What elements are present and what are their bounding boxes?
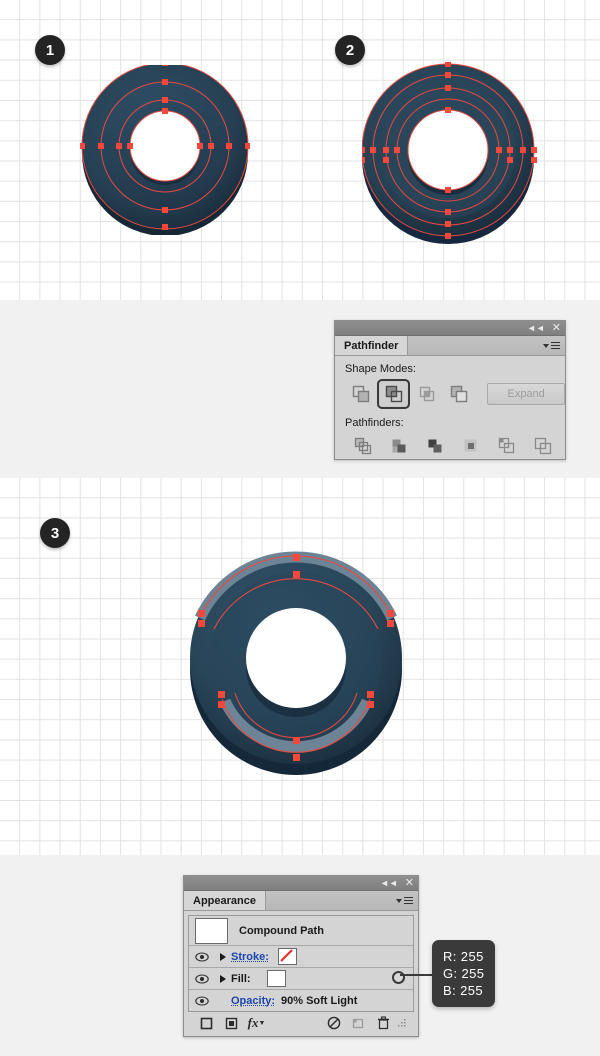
expand-button[interactable]: Expand bbox=[487, 383, 566, 405]
tab-appearance-label: Appearance bbox=[193, 894, 256, 907]
visibility-eye-icon[interactable] bbox=[189, 973, 215, 984]
close-icon[interactable]: ✕ bbox=[405, 877, 414, 888]
artboard-top: 1 2 bbox=[0, 0, 600, 300]
pathfinder-tabrow: Pathfinder bbox=[335, 336, 565, 356]
rgb-g-value: G: 255 bbox=[443, 966, 485, 981]
appearance-row-fill[interactable]: Fill: bbox=[189, 968, 413, 990]
resize-grip-icon[interactable] bbox=[396, 1018, 408, 1028]
pathfinder-body: Shape Modes: Expand Pathfinders: bbox=[335, 356, 566, 459]
fill-swatch-white[interactable] bbox=[266, 970, 286, 987]
delete-item-icon[interactable] bbox=[371, 1016, 396, 1030]
visibility-eye-icon[interactable] bbox=[189, 951, 215, 962]
trim-icon[interactable] bbox=[381, 433, 417, 459]
pathfinder-panel[interactable]: ◄◄ ✕ Pathfinder Shape Modes: Expand Path… bbox=[334, 320, 566, 460]
donut-shape-3[interactable] bbox=[178, 551, 418, 781]
appearance-row-opacity[interactable]: Opacity: 90% Soft Light bbox=[189, 990, 413, 1011]
minus-front-icon[interactable] bbox=[377, 379, 411, 409]
crop-icon[interactable] bbox=[453, 433, 489, 459]
collapse-icon[interactable]: ◄◄ bbox=[380, 878, 398, 888]
object-thumbnail bbox=[195, 917, 228, 944]
tab-pathfinder-label: Pathfinder bbox=[344, 339, 399, 352]
donut-shape-2[interactable] bbox=[362, 62, 540, 248]
step-badge-1-label: 1 bbox=[45, 41, 55, 59]
object-title: Compound Path bbox=[239, 924, 324, 937]
tab-pathfinder[interactable]: Pathfinder bbox=[335, 336, 409, 355]
tabrow-spacer bbox=[266, 891, 418, 910]
step-badge-3: 3 bbox=[40, 518, 70, 548]
close-icon[interactable]: ✕ bbox=[552, 322, 561, 333]
pathfinders-row bbox=[335, 433, 565, 459]
fill-label: Fill: bbox=[231, 972, 251, 985]
divide-icon[interactable] bbox=[345, 433, 381, 459]
clear-appearance-icon[interactable] bbox=[321, 1016, 346, 1030]
callout-anchor-dot bbox=[392, 971, 405, 984]
donut-shape-1[interactable] bbox=[80, 65, 250, 235]
panel-menu-icon[interactable] bbox=[396, 896, 413, 905]
rgb-callout: R: 255 G: 255 B: 255 bbox=[432, 940, 496, 1007]
opacity-value: 90% Soft Light bbox=[281, 994, 358, 1007]
stroke-label[interactable]: Stroke: bbox=[231, 951, 269, 963]
rgb-r-value: R: 255 bbox=[443, 949, 484, 964]
step-badge-2-label: 2 bbox=[345, 41, 355, 59]
tabrow-spacer bbox=[408, 336, 565, 355]
step-badge-2: 2 bbox=[335, 35, 365, 65]
add-new-stroke-icon[interactable] bbox=[194, 1017, 219, 1030]
step-badge-3-label: 3 bbox=[50, 524, 60, 542]
appearance-row-stroke[interactable]: Stroke: bbox=[189, 946, 413, 968]
step-badge-1: 1 bbox=[35, 35, 65, 65]
disclosure-triangle-icon[interactable] bbox=[215, 974, 231, 983]
exclude-icon[interactable] bbox=[443, 381, 475, 407]
unite-icon[interactable] bbox=[345, 381, 377, 407]
add-new-fill-icon[interactable] bbox=[219, 1017, 244, 1030]
add-new-effect-icon[interactable]: fx ▼ bbox=[244, 1015, 269, 1031]
collapse-icon[interactable]: ◄◄ bbox=[527, 323, 545, 333]
callout-leader-line bbox=[400, 974, 433, 976]
tab-appearance[interactable]: Appearance bbox=[184, 891, 266, 910]
duplicate-item-icon[interactable] bbox=[346, 1017, 371, 1030]
appearance-titlebar: ◄◄ ✕ bbox=[184, 876, 418, 891]
shape-modes-label: Shape Modes: bbox=[345, 363, 416, 375]
shape-modes-row: Expand bbox=[335, 379, 566, 409]
stroke-swatch-none[interactable] bbox=[277, 948, 297, 965]
appearance-object-row[interactable]: Compound Path bbox=[189, 916, 413, 946]
artboard-bottom: 3 bbox=[0, 478, 600, 855]
minus-back-icon[interactable] bbox=[525, 433, 561, 459]
visibility-eye-icon[interactable] bbox=[189, 995, 215, 1006]
outline-icon[interactable] bbox=[489, 433, 525, 459]
intersect-icon[interactable] bbox=[410, 381, 442, 407]
panel-menu-icon[interactable] bbox=[543, 341, 560, 350]
rgb-b-value: B: 255 bbox=[443, 983, 483, 998]
merge-icon[interactable] bbox=[417, 433, 453, 459]
appearance-tabrow: Appearance bbox=[184, 891, 418, 911]
pathfinder-titlebar: ◄◄ ✕ bbox=[335, 321, 565, 336]
pathfinders-label: Pathfinders: bbox=[345, 417, 404, 429]
appearance-list: Compound Path Stroke: Fill: Opacity: 90%… bbox=[188, 915, 414, 1012]
opacity-label[interactable]: Opacity: bbox=[231, 995, 275, 1007]
appearance-footer: fx ▼ bbox=[188, 1013, 414, 1033]
expand-label: Expand bbox=[507, 388, 545, 400]
disclosure-triangle-icon[interactable] bbox=[215, 952, 231, 961]
appearance-panel[interactable]: ◄◄ ✕ Appearance Compound Path Stroke: Fi… bbox=[183, 875, 419, 1037]
